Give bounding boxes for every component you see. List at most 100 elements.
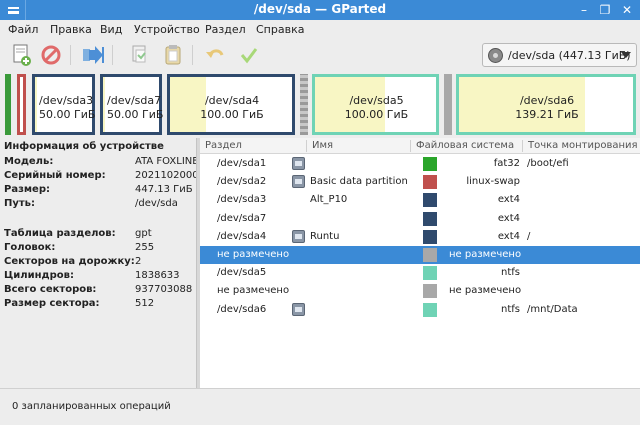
info-key: Головок: bbox=[4, 242, 56, 253]
copy-button[interactable] bbox=[126, 42, 152, 68]
filesystem-color-swatch bbox=[423, 157, 437, 171]
pending-operations-status: 0 запланированных операций bbox=[12, 401, 171, 412]
partition-size: 100.00 ГиБ bbox=[200, 108, 264, 121]
table-row[interactable]: /dev/sda2 Basic data partition linux-swap bbox=[200, 173, 640, 191]
menu-help[interactable]: Справка bbox=[256, 23, 304, 36]
filesystem-color-swatch bbox=[423, 229, 437, 244]
row-filesystem: не размечено bbox=[449, 249, 522, 260]
row-partition: /dev/sda7 bbox=[217, 212, 267, 224]
new-partition-button[interactable] bbox=[8, 42, 34, 68]
table-row[interactable]: /dev/sda1 fat32/boot/efi bbox=[200, 155, 640, 173]
partition-block-sda5[interactable]: /dev/sda5 100.00 ГиБ bbox=[312, 74, 439, 135]
device-selector[interactable]: /dev/sda (447.13 ГиБ) bbox=[482, 43, 637, 67]
table-header: Раздел Имя Файловая система Точка монтир… bbox=[200, 138, 640, 154]
filesystem-color-swatch bbox=[423, 175, 437, 190]
mounted-key-icon bbox=[292, 302, 305, 316]
menu-edit[interactable]: Правка bbox=[50, 23, 92, 36]
table-row[interactable]: /dev/sda4 Runtu ext4 / bbox=[200, 228, 640, 246]
table-row[interactable]: не размечено не размечено bbox=[200, 246, 640, 264]
window-title: /dev/sda — GParted bbox=[253, 2, 387, 16]
partition-size: 139.21 ГиБ bbox=[515, 108, 579, 121]
menu-partition[interactable]: Раздел bbox=[205, 23, 246, 36]
status-bar: 0 запланированных операций bbox=[0, 388, 640, 425]
row-filesystem: linux-swap bbox=[466, 176, 520, 188]
filesystem-color-swatch bbox=[423, 266, 437, 281]
device-selector-label: /dev/sda (447.13 ГиБ) bbox=[508, 49, 631, 62]
filesystem-color-swatch bbox=[423, 193, 437, 208]
info-key: Серийный номер: bbox=[4, 170, 106, 181]
dropdown-arrow-icon bbox=[621, 52, 631, 58]
unallocated-block[interactable] bbox=[300, 74, 308, 135]
filesystem-color-swatch bbox=[423, 302, 437, 317]
undo-button[interactable] bbox=[202, 42, 228, 68]
partition-name: /dev/sda7 bbox=[107, 94, 162, 107]
row-partition: /dev/sda2 bbox=[217, 176, 267, 188]
row-name: Runtu bbox=[310, 230, 340, 242]
row-filesystem: не размечено bbox=[449, 285, 522, 297]
info-value: 202110200042 bbox=[135, 170, 196, 181]
row-filesystem: ext4 bbox=[497, 230, 520, 242]
partition-name: /dev/sda4 bbox=[204, 94, 260, 107]
resize-move-button[interactable] bbox=[80, 42, 106, 68]
info-value: gpt bbox=[135, 228, 152, 239]
info-value: 255 bbox=[135, 242, 155, 253]
table-row[interactable]: /dev/sda5 ntfs bbox=[200, 264, 640, 282]
menu-file[interactable]: Файл bbox=[8, 23, 38, 36]
info-key: Цилиндров: bbox=[4, 270, 74, 281]
info-key: Путь: bbox=[4, 198, 36, 209]
unallocated-block[interactable] bbox=[444, 74, 452, 135]
info-key: Размер: bbox=[4, 184, 51, 195]
resize-move-icon bbox=[83, 46, 104, 64]
filesystem-color-swatch bbox=[423, 284, 437, 299]
column-filesystem[interactable]: Файловая система bbox=[416, 140, 514, 151]
row-partition: /dev/sda1 bbox=[217, 158, 267, 169]
partition-block-sda6[interactable]: /dev/sda6 139.21 ГиБ bbox=[456, 74, 636, 135]
partition-size: 50.00 ГиБ bbox=[39, 108, 96, 121]
filesystem-color-swatch bbox=[423, 248, 437, 262]
column-mountpoint[interactable]: Точка монтирования bbox=[528, 140, 638, 151]
row-partition: /dev/sda3 bbox=[217, 194, 267, 206]
table-row[interactable]: /dev/sda3 Alt_P10 ext4 bbox=[200, 191, 640, 209]
row-mountpoint: /mnt/Data bbox=[527, 303, 578, 315]
row-filesystem: ntfs bbox=[501, 303, 520, 315]
apply-button[interactable] bbox=[236, 42, 262, 68]
minimize-button[interactable]: – bbox=[577, 3, 591, 17]
device-info-header: Информация об устройстве bbox=[4, 141, 164, 152]
partition-name: /dev/sda6 bbox=[519, 94, 575, 107]
filesystem-color-swatch bbox=[423, 211, 437, 226]
partition-table: Раздел Имя Файловая система Точка монтир… bbox=[200, 138, 640, 388]
row-name: Basic data partition bbox=[310, 176, 408, 188]
table-row[interactable]: не размечено не размечено bbox=[200, 282, 640, 300]
device-info-pane: Информация об устройстве Модель: ATA FOXL… bbox=[0, 138, 196, 388]
partition-block-sda4[interactable]: /dev/sda4 100.00 ГиБ bbox=[167, 74, 295, 135]
column-partition[interactable]: Раздел bbox=[205, 140, 242, 151]
toolbar-separator bbox=[112, 45, 113, 65]
partition-block-sda1[interactable] bbox=[5, 74, 11, 135]
delete-button[interactable] bbox=[38, 42, 64, 68]
paste-button[interactable] bbox=[160, 42, 186, 68]
row-partition: /dev/sda4 bbox=[217, 230, 267, 242]
menu-view[interactable]: Вид bbox=[100, 23, 122, 36]
partition-block-sda2[interactable] bbox=[17, 74, 26, 135]
toolbar-separator bbox=[70, 45, 71, 65]
row-partition: не размечено bbox=[217, 285, 290, 297]
info-value: 447.13 ГиБ bbox=[135, 184, 193, 195]
info-value: ATA FOXLINE FLS bbox=[135, 156, 196, 167]
partition-size: 50.00 ГиБ bbox=[107, 108, 164, 121]
info-key: Всего секторов: bbox=[4, 284, 97, 295]
menu-device[interactable]: Устройство bbox=[134, 23, 200, 36]
maximize-button[interactable]: ❐ bbox=[598, 3, 612, 17]
table-row[interactable]: /dev/sda6 ntfs/mnt/Data bbox=[200, 301, 640, 319]
close-button[interactable]: ✕ bbox=[620, 3, 634, 17]
info-value: 512 bbox=[135, 298, 155, 309]
row-mountpoint: / bbox=[527, 230, 531, 242]
row-partition: /dev/sda6 bbox=[217, 303, 267, 315]
row-partition: не размечено bbox=[217, 249, 290, 260]
column-name[interactable]: Имя bbox=[312, 140, 333, 151]
toolbar: /dev/sda (447.13 ГиБ) bbox=[0, 39, 640, 71]
partition-block-sda7[interactable]: /dev/sda7 50.00 ГиБ bbox=[100, 74, 164, 135]
row-mountpoint: /boot/efi bbox=[527, 158, 569, 169]
table-row[interactable]: /dev/sda7 ext4 bbox=[200, 210, 640, 228]
partition-block-sda3[interactable]: /dev/sda3 50.00 ГиБ bbox=[32, 74, 95, 135]
mounted-key-icon bbox=[292, 175, 305, 189]
